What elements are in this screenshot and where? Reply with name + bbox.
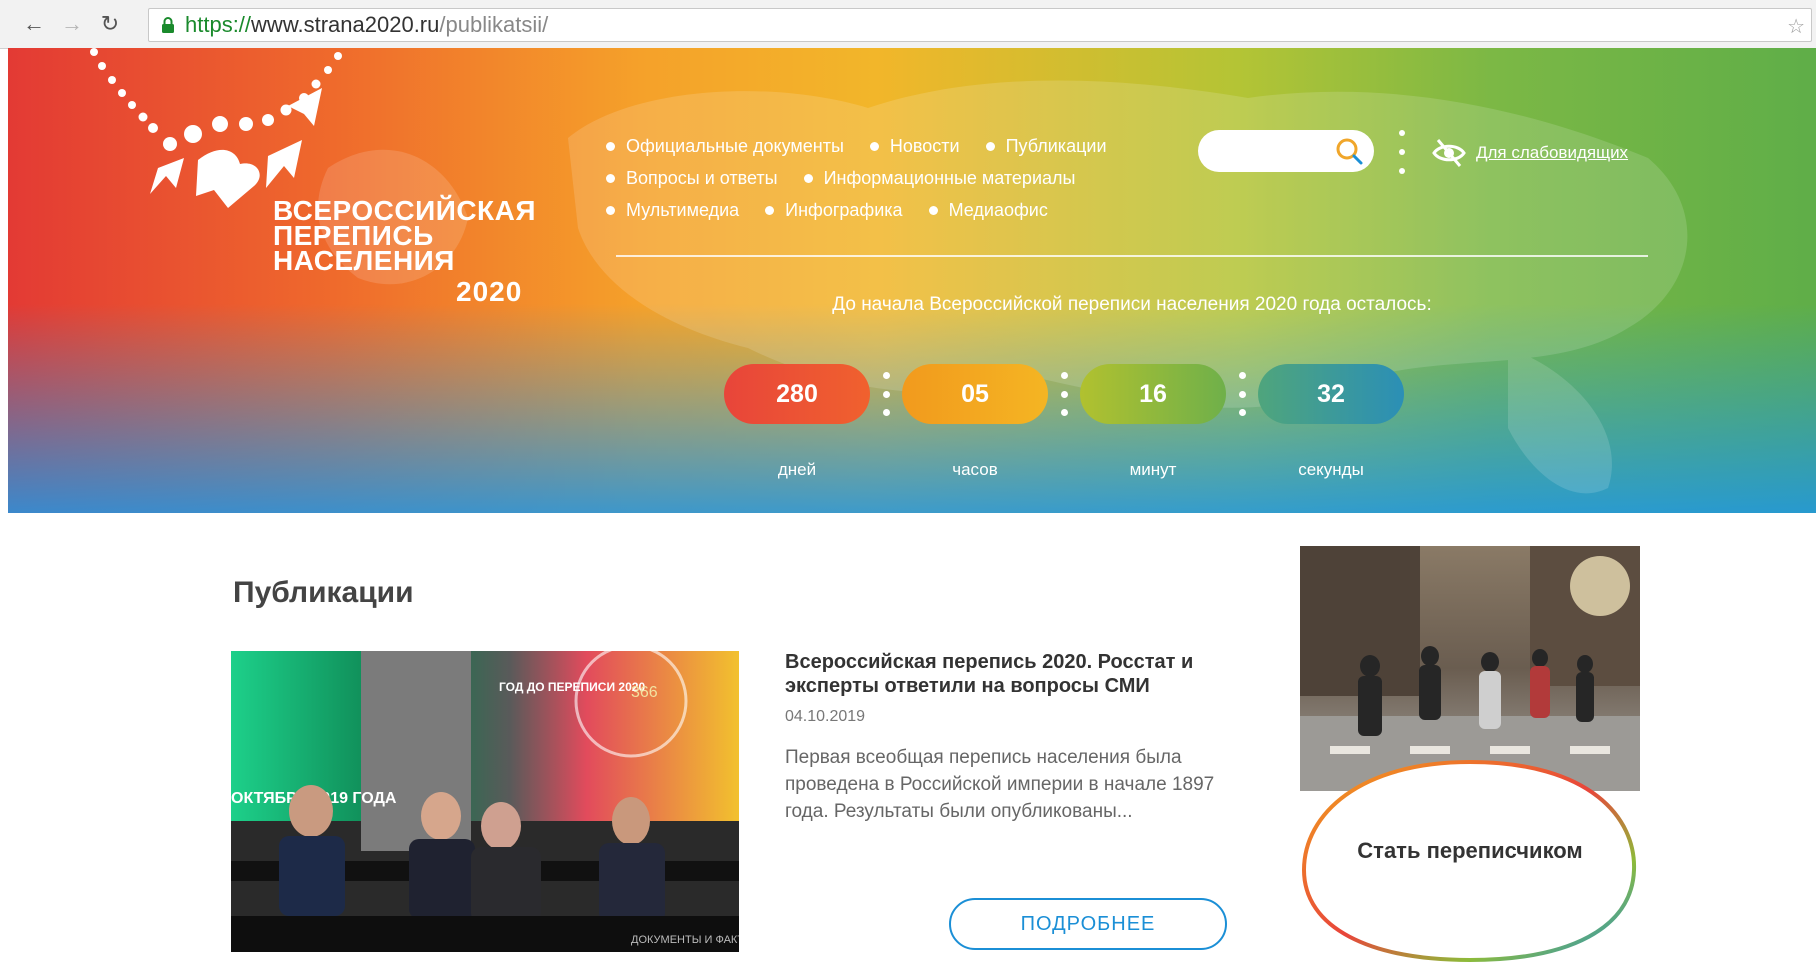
address-bar[interactable]: https://www.strana2020.ru/publikatsii/ ☆: [148, 8, 1812, 42]
article-title[interactable]: Всероссийская перепись 2020. Росстат и э…: [785, 650, 1245, 698]
bullet-icon: [606, 141, 615, 151]
search-input[interactable]: [1198, 130, 1374, 172]
hero-banner: ВСЕРОССИЙСКАЯ ПЕРЕПИСЬ НАСЕЛЕНИЯ 2020 Оф…: [8, 48, 1816, 513]
seconds-label: секунды: [1298, 460, 1364, 479]
accessibility-link[interactable]: Для слабовидящих: [1432, 136, 1628, 170]
become-enumerator-banner[interactable]: Стать переписчиком: [1300, 546, 1640, 966]
separator-icon: [882, 372, 890, 416]
photo-caption: ГОД ДО ПЕРЕПИСИ 2020: [499, 680, 645, 694]
minutes-label: минут: [1129, 460, 1177, 479]
seconds-counter: 32: [1258, 364, 1404, 424]
separator-icon: [1060, 372, 1068, 416]
read-more-button[interactable]: ПОДРОБНЕЕ: [949, 898, 1227, 950]
bookmark-star-icon[interactable]: ☆: [1787, 14, 1805, 39]
crowd-photo: [1300, 546, 1640, 791]
logo-year: 2020: [456, 276, 523, 307]
bullet-icon: [869, 141, 879, 151]
street-crowd-photo: [1300, 546, 1640, 791]
article-excerpt: Первая всеобщая перепись населения была …: [785, 747, 1215, 822]
minutes-counter: 16: [1080, 364, 1226, 424]
menu-item-official-docs[interactable]: Официальные документы: [606, 136, 844, 157]
menu-item-info-materials[interactable]: Информационные материалы: [803, 168, 1075, 189]
back-icon[interactable]: ←: [20, 10, 48, 38]
lock-icon: [162, 17, 174, 33]
menu-item-faq[interactable]: Вопросы и ответы: [606, 168, 778, 189]
menu-row: Вопросы и ответы Информационные материал…: [606, 162, 1166, 194]
search-icon[interactable]: [1334, 136, 1364, 166]
main-menu: Официальные документы Новости Публикации…: [606, 130, 1166, 226]
countdown-caption: До начала Всероссийской переписи населен…: [832, 294, 1432, 315]
eye-crossed-icon: [1432, 139, 1466, 167]
photo-number: 366: [631, 684, 658, 701]
menu-row: Официальные документы Новости Публикации: [606, 130, 1166, 162]
browser-toolbar: ← → ↻ https://www.strana2020.ru/publikat…: [0, 0, 1816, 49]
days-label: дней: [777, 460, 817, 479]
menu-row: Мультимедиа Инфографика Медиаофис: [606, 194, 1166, 226]
reload-icon[interactable]: ↻: [96, 10, 124, 38]
article-date: 04.10.2019: [785, 708, 866, 725]
menu-item-multimedia[interactable]: Мультимедиа: [606, 200, 739, 221]
hours-counter: 05: [902, 364, 1048, 424]
bullet-icon: [765, 205, 775, 215]
separator-icon: [1238, 372, 1246, 416]
hours-label: часов: [952, 460, 998, 479]
menu-item-media-office[interactable]: Медиаофис: [928, 200, 1048, 221]
forward-icon[interactable]: →: [58, 10, 86, 38]
press-conference-photo: ГОД ДО ПЕРЕПИСИ 2020 366 ОКТЯБРЯ 2019 ГО…: [231, 651, 739, 952]
days-counter: 280: [724, 364, 870, 424]
photo-watermark: ДОКУМЕНТЫ И ФАКТЫ: [631, 934, 739, 946]
url-text: https://www.strana2020.ru/publikatsii/: [185, 12, 549, 37]
bullet-icon: [803, 173, 813, 183]
bullet-icon: [606, 173, 615, 183]
logo-title: ВСЕРОССИЙСКАЯ ПЕРЕПИСЬ НАСЕЛЕНИЯ: [273, 195, 536, 276]
bullet-icon: [606, 205, 615, 215]
header-divider: [616, 255, 1648, 257]
bullet-icon: [985, 141, 995, 151]
menu-item-publications[interactable]: Публикации: [985, 136, 1107, 157]
promo-text: Стать переписчиком: [1357, 838, 1583, 863]
menu-item-news[interactable]: Новости: [869, 136, 960, 157]
page-title: Публикации: [233, 576, 414, 609]
article-image[interactable]: ГОД ДО ПЕРЕПИСИ 2020 366 ОКТЯБРЯ 2019 ГО…: [231, 651, 739, 952]
more-menu-icon[interactable]: [1398, 130, 1406, 174]
menu-item-infographics[interactable]: Инфографика: [765, 200, 903, 221]
bullet-icon: [928, 205, 938, 215]
